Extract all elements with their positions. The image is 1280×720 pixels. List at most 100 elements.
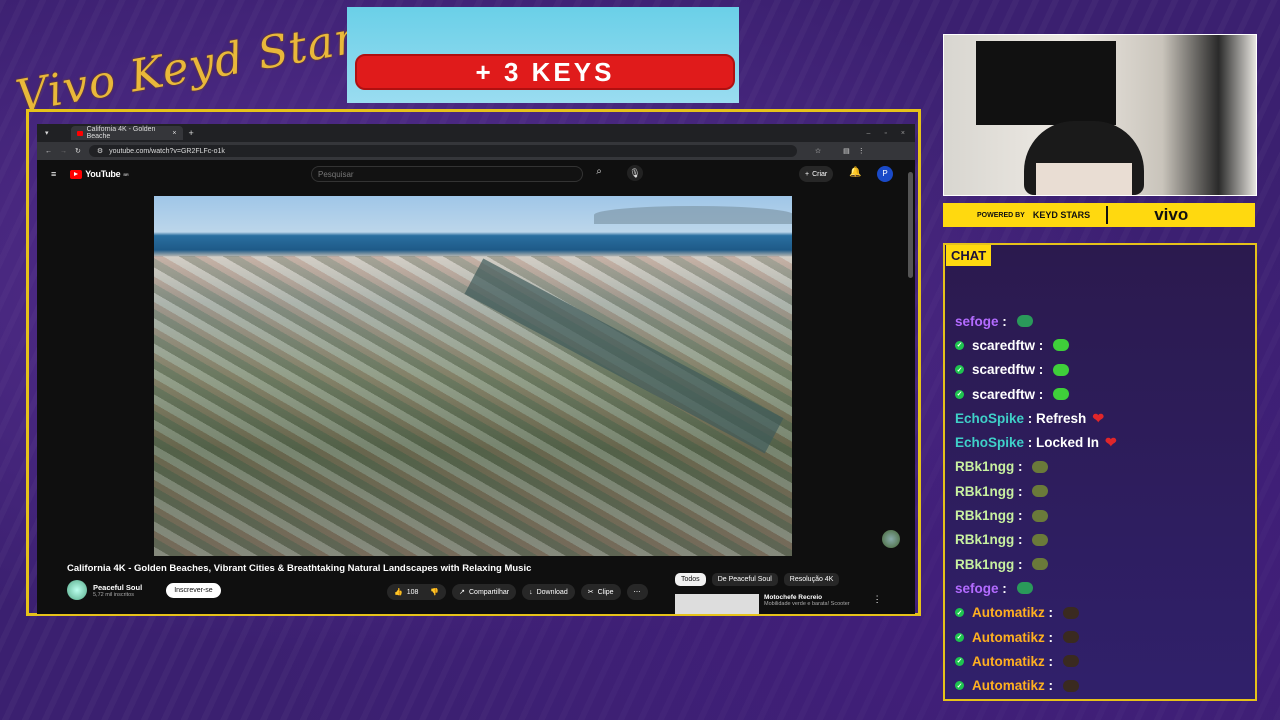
keyd-stars-logo: KEYD STARS: [1032, 210, 1091, 220]
recommended-thumbnail[interactable]: [675, 594, 759, 614]
chat-emote-icon: [1032, 533, 1049, 546]
recommended-info: Motochefe Recreio Mobilidade verde e bar…: [764, 594, 850, 614]
webcam-face: [1036, 163, 1132, 195]
clip-label: Clipe: [597, 588, 614, 596]
chat-username[interactable]: sefoge: [955, 314, 999, 329]
chat-emote-icon: [1032, 509, 1049, 522]
new-tab-button[interactable]: +: [189, 128, 194, 138]
chat-username[interactable]: scaredftw: [972, 387, 1035, 402]
chat-emote-icon: [1016, 315, 1033, 328]
like-button[interactable]: 👍 108 👎: [387, 584, 447, 600]
back-icon[interactable]: ←: [45, 148, 52, 155]
chat-message: RBk1ngg :: [955, 552, 1255, 576]
keys-pill: + 3 KEYS: [355, 54, 735, 90]
subscriber-count: 5,72 mil inscritos: [93, 591, 134, 598]
extensions-icon[interactable]: ▤: [843, 147, 850, 155]
recommended-menu-icon[interactable]: ⋮: [873, 594, 882, 614]
chat-message: ✓ Automatikz :: [955, 649, 1255, 673]
more-actions-button[interactable]: ⋯: [626, 584, 648, 600]
chat-username[interactable]: EchoSpike: [955, 435, 1024, 450]
webcam-feed: [943, 34, 1257, 196]
maximize-icon[interactable]: ▫: [884, 130, 886, 137]
bookmark-icon[interactable]: ☆: [815, 147, 821, 155]
chip-from-channel[interactable]: De Peaceful Soul: [711, 573, 778, 586]
scissors-icon: ✂: [587, 589, 594, 596]
chat-separator: :: [1014, 556, 1027, 572]
sponsor-divider: [1106, 206, 1109, 224]
chat-label: CHAT: [946, 245, 992, 266]
heart-icon: ❤: [1092, 409, 1105, 426]
browser-tab[interactable]: California 4K - Golden Beache ×: [70, 126, 183, 140]
chat-emote-icon: [1053, 363, 1070, 376]
recommended-video[interactable]: Motochefe Recreio Mobilidade verde e bar…: [675, 594, 882, 614]
chat-username[interactable]: Automatikz: [972, 654, 1045, 669]
chat-username[interactable]: Automatikz: [972, 630, 1045, 645]
chat-message: ✓ Automatikz :: [955, 601, 1255, 625]
chat-username[interactable]: sefoge: [955, 581, 999, 596]
recommended-title[interactable]: Motochefe Recreio: [764, 594, 850, 601]
video-player[interactable]: [154, 196, 792, 556]
chip-4k[interactable]: Resolução 4K: [783, 573, 840, 586]
channel-row: Peaceful Soul 5,72 mil inscritos Inscrev…: [67, 580, 221, 600]
search-input[interactable]: Pesquisar: [311, 166, 583, 182]
chat-username[interactable]: RBk1ngg: [955, 532, 1014, 547]
forward-icon[interactable]: →: [60, 148, 67, 155]
account-avatar[interactable]: P: [877, 166, 893, 182]
chat-emote-icon: [1032, 460, 1049, 473]
clip-button[interactable]: ✂ Clipe: [580, 584, 621, 600]
youtube-favicon-icon: [76, 130, 83, 136]
chat-message: ✓ scaredftw :: [955, 333, 1255, 357]
chat-separator: :: [1044, 653, 1057, 669]
tab-search-icon[interactable]: ▾: [45, 129, 49, 137]
create-label: Criar: [812, 170, 828, 178]
recommended-subtitle: Mobilidade verde e barata! Scooter: [764, 601, 850, 607]
chat-text: Refresh: [1036, 410, 1087, 426]
minimize-icon[interactable]: –: [867, 130, 871, 137]
page-scrollbar[interactable]: [908, 172, 913, 278]
chat-separator: :: [998, 313, 1011, 329]
microphone-icon[interactable]: 🎙: [627, 165, 643, 181]
chat-emote-icon: [1062, 679, 1079, 692]
chat-emote-icon: [1062, 655, 1079, 668]
chat-username[interactable]: Automatikz: [972, 678, 1045, 693]
chip-all[interactable]: Todos: [675, 573, 706, 586]
chat-username[interactable]: RBk1ngg: [955, 557, 1014, 572]
close-window-icon[interactable]: ×: [901, 130, 905, 137]
notifications-bell-icon[interactable]: 🔔: [849, 167, 861, 178]
url-input[interactable]: ⚙ youtube.com/watch?v=GR2FLFc-o1k: [88, 145, 797, 157]
reload-icon[interactable]: ↻: [75, 147, 81, 155]
verified-badge-icon: ✓: [955, 681, 964, 691]
channel-watermark-icon[interactable]: [882, 530, 900, 548]
channel-name[interactable]: Peaceful Soul: [93, 583, 142, 592]
chat-username[interactable]: EchoSpike: [955, 411, 1024, 426]
subscribe-button[interactable]: Inscrever-se: [166, 582, 221, 598]
like-count: 108: [406, 588, 419, 596]
share-button[interactable]: ↗ Compartilhar: [452, 584, 517, 600]
chat-username[interactable]: RBk1ngg: [955, 508, 1014, 523]
chat-username[interactable]: RBk1ngg: [955, 484, 1014, 499]
channel-avatar[interactable]: [67, 580, 87, 600]
chat-message: RBk1ngg :: [955, 503, 1255, 527]
browser-menu-icon[interactable]: ⋮: [858, 147, 865, 155]
tab-close-icon[interactable]: ×: [172, 130, 176, 137]
hamburger-menu-icon[interactable]: ≡: [51, 169, 56, 179]
youtube-logo[interactable]: YouTube BR: [70, 169, 129, 179]
dislike-icon[interactable]: 👎: [430, 588, 439, 596]
tab-title: California 4K - Golden Beache: [86, 126, 156, 140]
youtube-play-icon: [70, 169, 83, 179]
chat-username[interactable]: scaredftw: [972, 338, 1035, 353]
chat-username[interactable]: Automatikz: [972, 605, 1045, 620]
chat-username[interactable]: RBk1ngg: [955, 459, 1014, 474]
create-button[interactable]: + Criar: [799, 166, 834, 182]
download-button[interactable]: ↓ Download: [522, 584, 575, 600]
chat-username[interactable]: scaredftw: [972, 362, 1035, 377]
keys-banner: + 3 KEYS: [347, 7, 739, 103]
site-info-icon[interactable]: ⚙: [97, 147, 103, 155]
search-icon[interactable]: ⌕: [589, 166, 609, 182]
tab-bar: ▾ California 4K - Golden Beache × + – ▫ …: [37, 124, 915, 142]
chat-separator: :: [1044, 678, 1057, 694]
download-label: Download: [536, 588, 568, 596]
chat-message: EchoSpike : Refresh ❤: [955, 406, 1255, 430]
chat-separator: :: [1014, 532, 1027, 548]
chat-message: ✓ Automatikz :: [955, 673, 1255, 697]
